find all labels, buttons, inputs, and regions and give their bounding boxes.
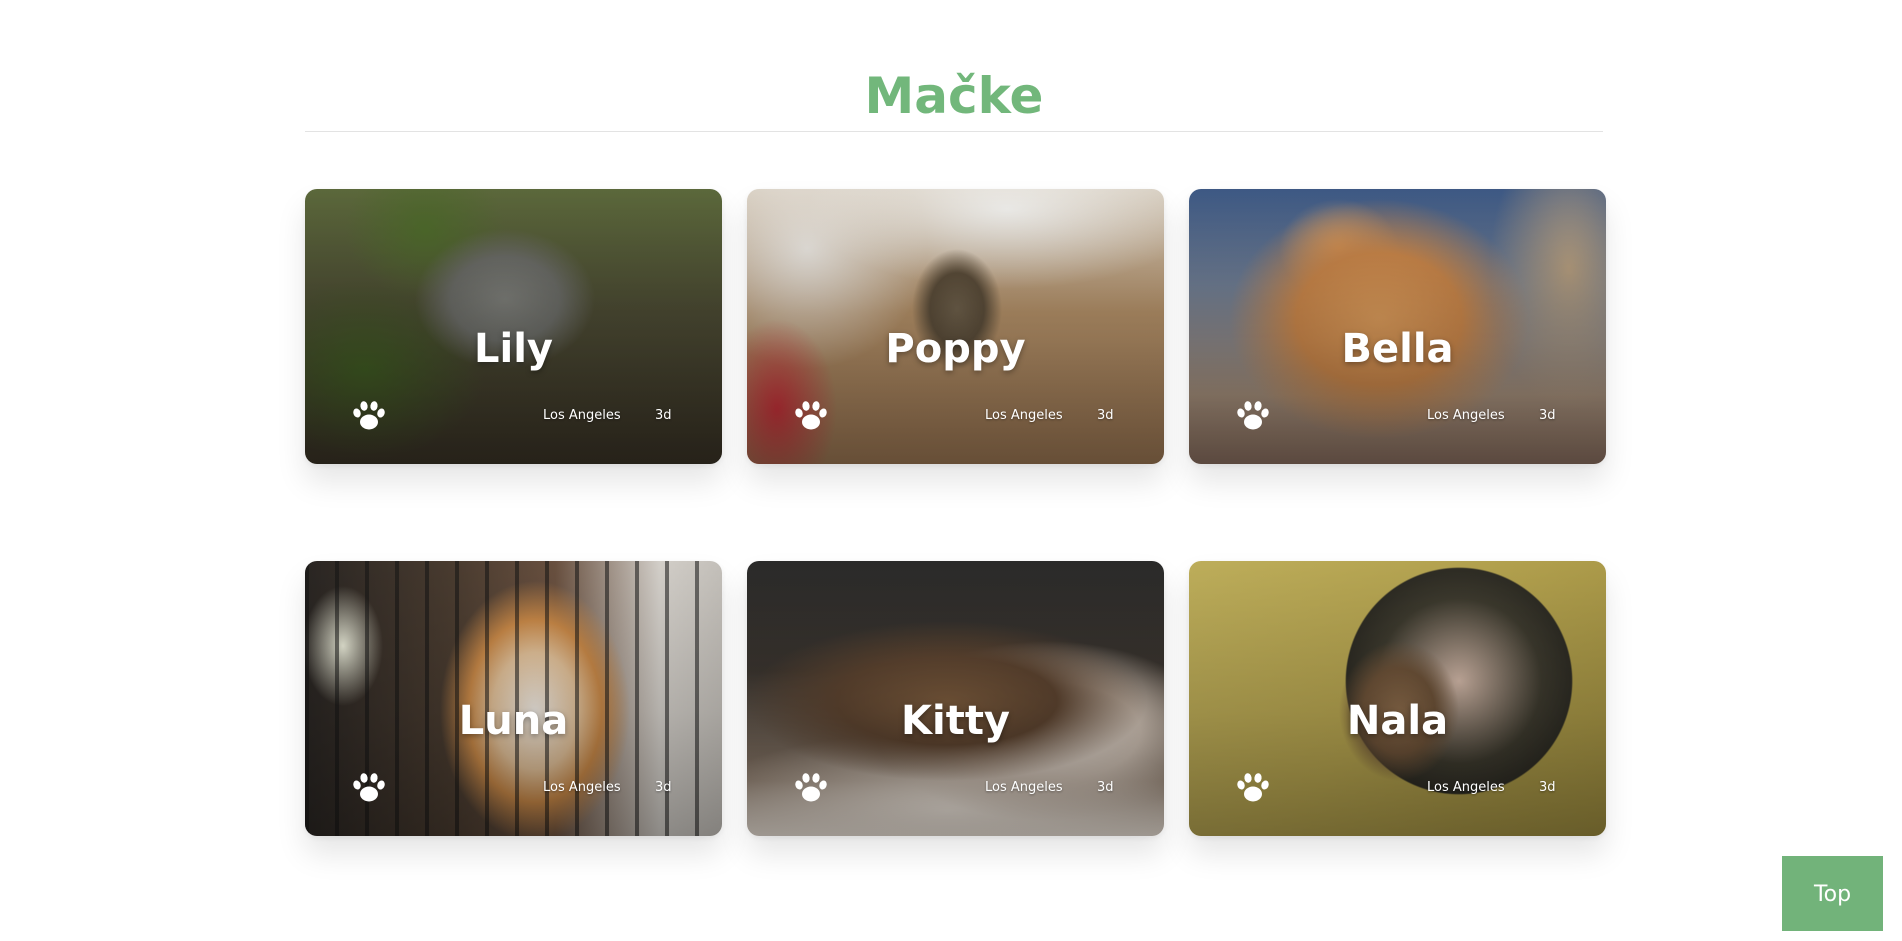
paw-icon <box>795 401 827 430</box>
paw-icon <box>795 773 827 802</box>
cat-location: Los Angeles <box>1427 408 1505 423</box>
cat-age: 3d <box>1539 408 1556 423</box>
cat-card-poppy[interactable]: Poppy Los Angeles 3d <box>747 189 1164 464</box>
paw-icon <box>353 401 385 430</box>
cat-name: Bella <box>1341 326 1454 372</box>
back-to-top-button[interactable]: Top <box>1782 856 1883 931</box>
cat-age: 3d <box>1539 780 1556 795</box>
cat-name: Luna <box>458 698 569 744</box>
paw-icon <box>1237 773 1269 802</box>
section-title: Mačke <box>864 67 1044 125</box>
cat-age: 3d <box>655 408 672 423</box>
cat-card-nala[interactable]: Nala Los Angeles 3d <box>1189 561 1606 836</box>
cat-age: 3d <box>1097 408 1114 423</box>
cat-card-luna[interactable]: Luna Los Angeles 3d <box>305 561 722 836</box>
cat-card-bella[interactable]: Bella Los Angeles 3d <box>1189 189 1606 464</box>
cat-age: 3d <box>1097 780 1114 795</box>
cat-location: Los Angeles <box>543 780 621 795</box>
cat-location: Los Angeles <box>985 780 1063 795</box>
cat-age: 3d <box>655 780 672 795</box>
paw-icon <box>353 773 385 802</box>
title-divider <box>305 131 1603 132</box>
cat-location: Los Angeles <box>985 408 1063 423</box>
cat-location: Los Angeles <box>1427 780 1505 795</box>
cat-location: Los Angeles <box>543 408 621 423</box>
cat-card-lily[interactable]: Lily Los Angeles 3d <box>305 189 722 464</box>
paw-icon <box>1237 401 1269 430</box>
cat-name: Kitty <box>900 698 1011 744</box>
cat-name: Nala <box>1346 698 1449 744</box>
cat-name: Poppy <box>885 326 1026 372</box>
cats-page: Mačke Lily Los Angeles 3d Poppy Los Ange… <box>0 0 1902 941</box>
cat-name: Lily <box>474 326 553 372</box>
cat-card-kitty[interactable]: Kitty Los Angeles 3d <box>747 561 1164 836</box>
